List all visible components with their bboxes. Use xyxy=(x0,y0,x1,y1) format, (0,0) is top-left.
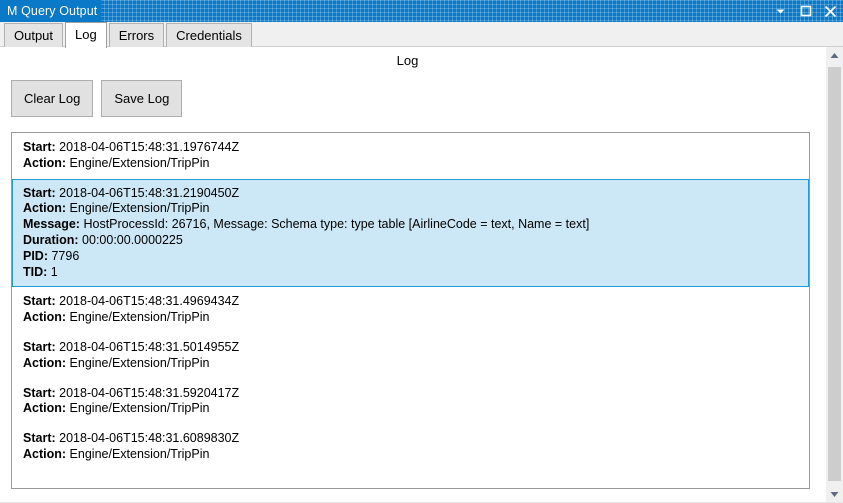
log-field-value: HostProcessId: 26716, Message: Schema ty… xyxy=(83,217,590,232)
log-field-key: Start: xyxy=(23,385,56,400)
scrollbar-thumb[interactable] xyxy=(828,67,841,481)
log-field: Start: 2018-04-06T15:48:31.5014955Z xyxy=(23,340,800,356)
log-field-key: PID: xyxy=(23,248,48,263)
log-field: Message: HostProcessId: 26716, Message: … xyxy=(23,217,800,233)
log-field-value: 1 xyxy=(50,264,58,279)
log-field-value: Engine/Extension/TripPin xyxy=(69,446,210,461)
window-controls xyxy=(768,0,843,22)
log-field-key: Duration: xyxy=(23,232,79,247)
clear-log-button[interactable]: Clear Log xyxy=(11,80,94,117)
log-field-key: Start: xyxy=(23,339,56,354)
title-bar: M Query Output xyxy=(0,0,843,22)
log-field-key: Message: xyxy=(23,217,80,232)
save-log-button[interactable]: Save Log xyxy=(101,80,183,117)
log-field-key: Action: xyxy=(23,155,67,170)
log-field: Action: Engine/Extension/TripPin xyxy=(23,156,800,172)
tab-log[interactable]: Log xyxy=(65,22,107,48)
log-field: Start: 2018-04-06T15:48:31.5920417Z xyxy=(23,386,800,402)
tab-output[interactable]: Output xyxy=(4,23,64,47)
log-field-key: Start: xyxy=(23,185,56,200)
log-field: Action: Engine/Extension/TripPin xyxy=(23,447,800,463)
log-field-key: Action: xyxy=(23,201,67,216)
minimize-icon[interactable] xyxy=(768,0,793,22)
log-field-key: Action: xyxy=(23,446,67,461)
log-field-key: Start: xyxy=(23,140,56,154)
log-field-value: 2018-04-06T15:48:31.4969434Z xyxy=(59,294,240,309)
log-field-key: TID: xyxy=(23,264,48,279)
log-field-value: Engine/Extension/TripPin xyxy=(69,355,210,370)
log-toolbar: Clear Log Save Log xyxy=(11,80,183,117)
log-field-key: Start: xyxy=(23,294,56,309)
log-field-value: Engine/Extension/TripPin xyxy=(69,310,210,325)
log-field-key: Start: xyxy=(23,431,56,446)
log-field-key: Action: xyxy=(23,310,67,325)
log-field: PID: 7796 xyxy=(23,249,800,265)
tab-errors[interactable]: Errors xyxy=(108,23,165,47)
page-title: Log xyxy=(396,53,419,68)
close-icon[interactable] xyxy=(818,0,843,22)
app-window: M Query Output Output Log Errors Credent… xyxy=(0,0,843,503)
log-field-value: Engine/Extension/TripPin xyxy=(69,401,210,416)
log-entry[interactable]: Start: 2018-04-06T15:48:31.5920417Z Actio… xyxy=(12,379,809,425)
log-field-value: 2018-04-06T15:48:31.1976744Z xyxy=(59,140,240,154)
log-field: Action: Engine/Extension/TripPin xyxy=(23,201,800,217)
log-field-value: 2018-04-06T15:48:31.6089830Z xyxy=(59,431,240,446)
log-field-value: Engine/Extension/TripPin xyxy=(69,155,210,170)
maximize-icon[interactable] xyxy=(793,0,818,22)
log-field: TID: 1 xyxy=(23,265,800,281)
log-field-value: 7796 xyxy=(51,248,80,263)
log-field: Action: Engine/Extension/TripPin xyxy=(23,310,800,326)
log-field: Start: 2018-04-06T15:48:31.6089830Z xyxy=(23,431,800,447)
log-panel: Log Clear Log Save Log Start: 2018-04-06… xyxy=(0,47,843,503)
log-field-key: Action: xyxy=(23,355,67,370)
log-entry[interactable]: Start: 2018-04-06T15:48:31.6089830Z Actio… xyxy=(12,424,809,470)
tab-credentials[interactable]: Credentials xyxy=(166,23,252,47)
log-field-value: 2018-04-06T15:48:31.5920417Z xyxy=(59,385,240,400)
log-field: Start: 2018-04-06T15:48:31.1976744Z xyxy=(23,140,800,156)
log-field: Action: Engine/Extension/TripPin xyxy=(23,356,800,372)
log-field: Start: 2018-04-06T15:48:31.2190450Z xyxy=(23,186,800,202)
tab-strip: Output Log Errors Credentials xyxy=(0,22,843,48)
log-field-key: Action: xyxy=(23,401,67,416)
log-list[interactable]: Start: 2018-04-06T15:48:31.1976744Z Actio… xyxy=(11,132,810,489)
log-field-value: Engine/Extension/TripPin xyxy=(69,201,210,216)
log-entry[interactable]: Start: 2018-04-06T15:48:31.5014955Z Actio… xyxy=(12,333,809,379)
scroll-up-arrow-icon[interactable] xyxy=(826,47,843,64)
log-field-value: 2018-04-06T15:48:31.2190450Z xyxy=(59,185,240,200)
log-entry[interactable]: Start: 2018-04-06T15:48:31.1976744Z Actio… xyxy=(12,133,809,179)
vertical-scrollbar[interactable] xyxy=(825,47,843,503)
log-entry[interactable]: Start: 2018-04-06T15:48:31.4969434Z Actio… xyxy=(12,287,809,333)
log-field: Start: 2018-04-06T15:48:31.4969434Z xyxy=(23,294,800,310)
scroll-down-arrow-icon[interactable] xyxy=(826,486,843,503)
log-field-value: 2018-04-06T15:48:31.5014955Z xyxy=(59,339,240,354)
log-field: Action: Engine/Extension/TripPin xyxy=(23,401,800,417)
log-entry-selected[interactable]: Start: 2018-04-06T15:48:31.2190450Z Actio… xyxy=(12,178,809,288)
log-field: Duration: 00:00:00.0000225 xyxy=(23,233,800,249)
log-field-value: 00:00:00.0000225 xyxy=(82,232,183,247)
window-title: M Query Output xyxy=(0,0,102,22)
